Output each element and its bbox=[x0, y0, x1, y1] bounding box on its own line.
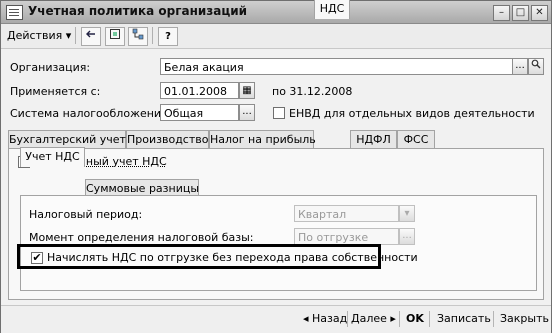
refresh-icon bbox=[110, 29, 120, 39]
arrow-left-icon bbox=[86, 30, 95, 38]
close-window-button[interactable]: ✕ bbox=[531, 5, 548, 21]
applies-label: Применяется с: bbox=[10, 85, 101, 98]
tab-production[interactable]: Производство bbox=[126, 130, 209, 148]
tax-period-field[interactable]: Квартал bbox=[294, 205, 399, 222]
applies-to-text: по 31.12.2008 bbox=[272, 85, 353, 98]
chevron-down-icon: ▾ bbox=[65, 29, 72, 42]
bottom-bar: ◂ Назад Далее ▸ OK Записать Закрыть bbox=[1, 305, 551, 333]
tab-ndfl[interactable]: НДФЛ bbox=[350, 130, 397, 148]
tax-system-label: Система налогообложения: bbox=[10, 107, 172, 120]
envd-label: ЕНВД для отдельных видов деятельности bbox=[289, 107, 535, 120]
structure-button[interactable] bbox=[128, 27, 148, 46]
close-icon: ✕ bbox=[535, 7, 544, 18]
tab-accounting[interactable]: Бухгалтерский учет bbox=[8, 130, 126, 148]
highlight-frame bbox=[17, 244, 381, 269]
toolbar-divider bbox=[152, 27, 153, 44]
next-button[interactable]: Далее ▸ bbox=[351, 312, 396, 325]
actions-label: Действия bbox=[7, 29, 63, 42]
actions-menu[interactable]: Действия ▾ bbox=[7, 27, 71, 44]
maximize-button[interactable]: □ bbox=[512, 5, 529, 21]
tab-profit-tax[interactable]: Налог на прибыль bbox=[209, 130, 316, 148]
tax-base-field[interactable]: По отгрузке bbox=[294, 228, 399, 245]
close-button[interactable]: Закрыть bbox=[500, 312, 549, 325]
bottom-divider bbox=[399, 311, 400, 327]
tab-fss[interactable]: ФСС bbox=[397, 130, 435, 148]
bottom-divider bbox=[347, 311, 348, 327]
window-title: Учетная политика организаций bbox=[28, 4, 248, 18]
help-icon: ? bbox=[165, 31, 171, 42]
save-button[interactable]: Записать bbox=[437, 312, 491, 325]
tax-base-label: Момент определения налоговой базы: bbox=[29, 231, 254, 244]
nds-tab-panel: ✔ Упрощенный учет НДС Учет НДС Суммовые … bbox=[8, 147, 544, 300]
tax-system-field[interactable]: Общая bbox=[160, 104, 239, 121]
applies-date-field[interactable]: 01.01.2008 bbox=[160, 82, 239, 99]
minimize-icon: – bbox=[499, 7, 504, 18]
tax-system-select-button[interactable]: ... bbox=[239, 104, 255, 121]
tab-nds[interactable]: НДС bbox=[314, 0, 350, 19]
org-clear-button[interactable] bbox=[528, 58, 544, 75]
back-button[interactable]: ◂ Назад bbox=[303, 312, 347, 325]
help-button[interactable]: ? bbox=[158, 27, 178, 46]
calendar-button[interactable]: ▦ bbox=[239, 82, 255, 99]
subtab-nds-accounting[interactable]: Учет НДС bbox=[20, 147, 85, 167]
org-label: Организация: bbox=[10, 61, 91, 74]
refresh-button[interactable] bbox=[105, 27, 125, 46]
hierarchy-icon bbox=[132, 28, 144, 40]
envd-checkbox[interactable] bbox=[273, 107, 285, 119]
calendar-icon: ▦ bbox=[242, 85, 252, 96]
bottom-divider bbox=[493, 311, 494, 327]
org-select-button[interactable]: ... bbox=[512, 58, 528, 75]
chevron-down-icon: ▾ bbox=[404, 208, 410, 219]
toolbar: Действия ▾ ? bbox=[1, 24, 551, 49]
toolbar-divider bbox=[75, 27, 76, 44]
org-field[interactable]: Белая акация bbox=[160, 58, 513, 75]
ok-button[interactable]: OK bbox=[406, 312, 424, 325]
bottom-divider bbox=[429, 311, 430, 327]
minimize-button[interactable]: – bbox=[493, 5, 510, 21]
title-bar[interactable]: Учетная политика организаций – □ ✕ bbox=[1, 1, 551, 24]
tax-base-select-button[interactable]: ... bbox=[399, 228, 415, 245]
nds-subtab-panel: Налоговый период: Квартал ▾ Момент опред… bbox=[20, 195, 537, 291]
tax-period-dropdown[interactable]: ▾ bbox=[399, 205, 415, 222]
maximize-icon: □ bbox=[515, 7, 526, 18]
tax-period-label: Налоговый период: bbox=[29, 208, 143, 221]
dialog-window: Учетная политика организаций – □ ✕ Дейст… bbox=[0, 0, 552, 333]
move-left-button[interactable] bbox=[81, 27, 101, 46]
document-icon bbox=[6, 5, 23, 20]
search-icon bbox=[531, 59, 541, 69]
